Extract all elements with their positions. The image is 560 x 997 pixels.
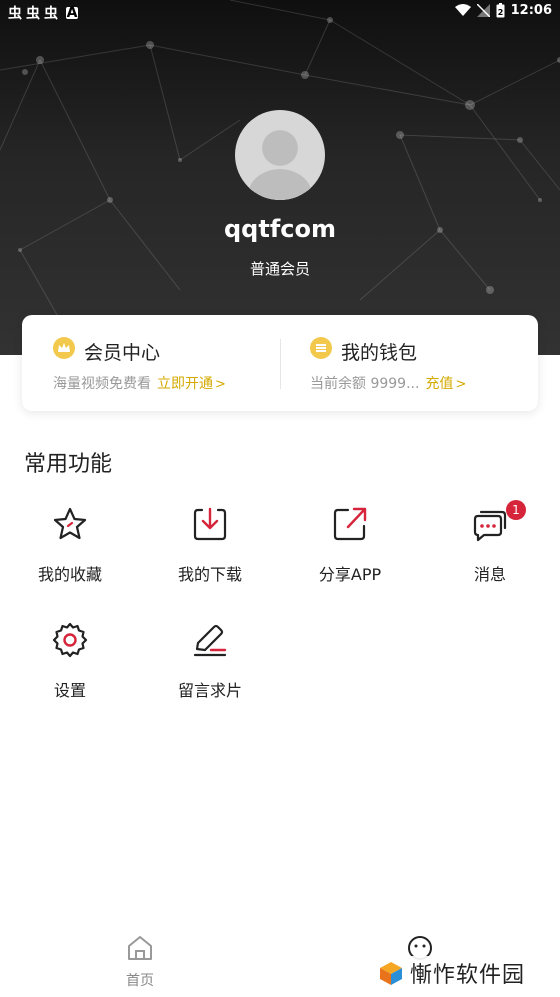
crown-icon: [53, 337, 75, 359]
feature-share-app[interactable]: 分享APP: [280, 506, 420, 606]
gear-icon: [52, 622, 88, 658]
chevron-right-icon: >: [455, 377, 467, 392]
wallet[interactable]: 我的钱包 当前余额 9999... 充值 >: [281, 315, 539, 411]
feature-favorites[interactable]: 我的收藏: [0, 506, 140, 606]
vip-subtitle: 海量视频免费看: [53, 376, 151, 392]
wifi-icon: [454, 4, 471, 16]
member-level: 普通会员: [249, 260, 310, 278]
feature-label: 我的下载: [177, 565, 242, 584]
feature-label: 分享APP: [318, 565, 382, 584]
bug-icon: 虫: [44, 6, 58, 22]
feature-request-movie[interactable]: 留言求片: [140, 622, 280, 722]
battery-icon: 2: [496, 3, 505, 18]
status-left: 虫 虫 虫 A: [8, 3, 78, 23]
vip-center[interactable]: 会员中心 海量视频免费看 立即开通 >: [22, 315, 280, 411]
username: qqtfcom: [224, 215, 336, 243]
wallet-subtitle-row: 当前余额 9999... 充值 >: [310, 373, 466, 393]
vip-subtitle-row: 海量视频免费看 立即开通 >: [53, 373, 226, 393]
feature-label: 消息: [473, 565, 506, 584]
edit-icon: [193, 624, 227, 657]
feature-messages[interactable]: 1 消息: [420, 500, 560, 606]
wallet-balance: 当前余额 9999...: [310, 376, 420, 392]
status-right: 2 12:06: [454, 3, 552, 18]
feature-label: 留言求片: [177, 681, 242, 700]
recharge-link[interactable]: 充值: [425, 376, 453, 392]
wallet-coin-icon: [310, 337, 332, 359]
bug-icon: 虫: [26, 6, 40, 22]
nav-home-label: 首页: [126, 973, 154, 989]
watermark-logo-icon: [380, 962, 402, 985]
share-icon: [333, 507, 367, 541]
clock: 12:06: [510, 3, 552, 18]
vip-open-link[interactable]: 立即开通: [157, 376, 213, 392]
message-icon: [473, 510, 507, 542]
watermark-text: 慚怍软件园: [410, 963, 526, 988]
feature-downloads[interactable]: 我的下载: [140, 506, 280, 606]
download-icon: [193, 507, 227, 541]
features-title: 常用功能: [24, 452, 113, 477]
battery-level: 2: [497, 8, 503, 17]
watermark: 慚怍软件园: [376, 956, 532, 990]
feature-label: 我的收藏: [37, 565, 102, 584]
status-bar: 虫 虫 虫 A 2 12:06: [0, 0, 560, 24]
default-avatar-icon: [248, 130, 312, 200]
chevron-right-icon: >: [215, 377, 226, 392]
home-icon: [128, 936, 152, 960]
member-card: 会员中心 海量视频免费看 立即开通 > 我的钱包 当前余额 9999... 充值 >: [22, 315, 538, 411]
wallet-title: 我的钱包: [341, 342, 418, 364]
feature-label: 设置: [53, 681, 86, 700]
letter-a-icon: A: [66, 5, 78, 21]
signal-off-icon: [476, 4, 490, 17]
bug-icon: 虫: [8, 6, 22, 22]
profile-header: 虫 虫 虫 A 2 12:06 qqtfcom 普通会员: [0, 0, 560, 355]
avatar[interactable]: [235, 110, 325, 200]
star-icon: [53, 507, 87, 540]
feature-settings[interactable]: 设置: [0, 622, 140, 722]
unread-badge: 1: [506, 500, 526, 520]
vip-title: 会员中心: [84, 342, 161, 364]
